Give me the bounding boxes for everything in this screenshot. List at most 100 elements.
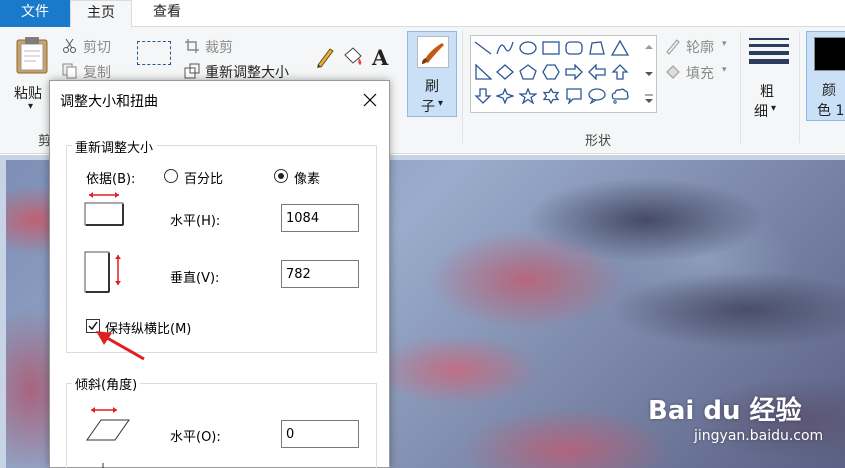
percent-radio[interactable]: [164, 169, 178, 183]
brushes-button[interactable]: 刷 子 ▾: [407, 31, 457, 117]
brush-icon: [417, 36, 449, 68]
ribbon-separator: [462, 31, 463, 143]
shapes-scroll-down[interactable]: [641, 61, 657, 87]
polygon-shape-icon[interactable]: [588, 40, 606, 56]
right-triangle-shape-icon[interactable]: [474, 64, 492, 80]
outline-button[interactable]: 轮廓 ▾: [664, 37, 734, 57]
vertical-input[interactable]: [281, 260, 359, 288]
shapes-expand[interactable]: [641, 87, 657, 113]
line-shape-icon[interactable]: [474, 40, 492, 56]
tab-home[interactable]: 主页: [70, 0, 132, 28]
skew-horizontal-label: 水平(O):: [170, 430, 221, 445]
outline-label: 轮廓: [686, 40, 714, 56]
right-arrow-shape-icon[interactable]: [565, 64, 583, 80]
down-arrow-shape-icon[interactable]: [474, 88, 492, 104]
oval-shape-icon[interactable]: [519, 40, 537, 56]
brushes-label-1: 刷: [425, 79, 439, 95]
resize-label: 重新调整大小: [205, 65, 289, 81]
skew-group-label: 倾斜(角度): [72, 374, 141, 393]
horizontal-skew-icon: [86, 407, 130, 441]
curve-shape-icon[interactable]: [496, 40, 514, 56]
color1-button[interactable]: 颜 色 1: [806, 31, 845, 121]
outline-caret: ▾: [722, 39, 727, 49]
shapes-gallery[interactable]: [470, 35, 657, 113]
rect-callout-shape-icon[interactable]: [565, 88, 583, 104]
size-label-1: 粗: [760, 84, 774, 100]
ribbon-separator: [740, 31, 741, 143]
copy-icon: [62, 63, 77, 79]
resize-group-label: 重新调整大小: [72, 137, 157, 156]
close-icon: [363, 93, 377, 107]
fill-bucket-icon[interactable]: [341, 45, 365, 69]
copy-button[interactable]: 复制: [62, 62, 122, 82]
scissors-icon: [63, 38, 76, 53]
skew-horizontal-input[interactable]: [281, 420, 359, 448]
watermark-logo: Bai du 经验: [648, 396, 802, 426]
percent-label[interactable]: 百分比: [184, 168, 223, 187]
diamond-shape-icon[interactable]: [496, 64, 514, 80]
crop-icon: [185, 39, 199, 53]
oval-callout-shape-icon[interactable]: [588, 88, 606, 104]
menu-tabbar: 文件 主页 查看: [0, 0, 845, 28]
crop-label: 裁剪: [205, 40, 233, 56]
hexagon-shape-icon[interactable]: [542, 64, 560, 80]
resize-button[interactable]: 重新调整大小: [184, 62, 299, 82]
six-point-star-shape-icon[interactable]: [542, 88, 560, 104]
horizontal-input[interactable]: [281, 204, 359, 232]
pixels-radio[interactable]: [274, 169, 288, 183]
vertical-label: 垂直(V):: [170, 271, 220, 286]
color1-label-1: 颜: [822, 83, 836, 99]
cut-label: 剪切: [83, 40, 111, 56]
clipboard-icon: [16, 37, 48, 74]
pencil-icon[interactable]: [314, 45, 336, 69]
by-label: 依据(B):: [86, 172, 136, 187]
size-lines-icon: [749, 35, 789, 64]
svg-text:A: A: [371, 45, 389, 69]
four-point-star-shape-icon[interactable]: [496, 88, 514, 104]
pixels-label[interactable]: 像素: [294, 168, 320, 187]
ribbon-separator: [799, 31, 800, 143]
resize-skew-dialog: 调整大小和扭曲 重新调整大小 依据(B): 百分比 像素 水平(H): 垂直(V…: [49, 80, 390, 468]
vertical-resize-icon: [84, 251, 121, 293]
vertical-skew-icon: [102, 463, 104, 468]
triangle-shape-icon[interactable]: [611, 40, 629, 56]
pentagon-shape-icon[interactable]: [519, 64, 537, 80]
size-caret: ▾: [771, 103, 777, 114]
left-arrow-shape-icon[interactable]: [588, 64, 606, 80]
cloud-callout-shape-icon[interactable]: [611, 88, 629, 104]
rounded-rectangle-shape-icon[interactable]: [565, 40, 583, 56]
fill-button[interactable]: 填充 ▾: [664, 63, 734, 83]
dialog-close-button[interactable]: [352, 87, 388, 113]
select-button[interactable]: [137, 41, 171, 65]
color1-swatch: [814, 37, 845, 71]
annotation-arrow: [96, 331, 145, 361]
copy-label: 复制: [83, 65, 111, 81]
text-tool-icon[interactable]: A: [370, 45, 392, 69]
fill-icon: [666, 65, 680, 79]
watermark-url: jingyan.baidu.com: [694, 428, 824, 444]
dialog-title: 调整大小和扭曲: [60, 94, 158, 110]
crop-button[interactable]: 裁剪: [184, 37, 254, 57]
five-point-star-shape-icon[interactable]: [519, 88, 537, 104]
brushes-caret: ▾: [438, 98, 444, 109]
tab-file[interactable]: 文件: [0, 0, 70, 27]
color1-label-2: 色 1: [817, 103, 845, 119]
size-button[interactable]: 粗 细 ▾: [745, 35, 793, 120]
tab-view[interactable]: 查看: [132, 0, 202, 27]
fill-label: 填充: [686, 66, 714, 82]
size-label-2: 细: [754, 104, 768, 120]
fill-caret: ▾: [722, 65, 727, 75]
resize-icon: [184, 63, 200, 79]
paste-label: 粘贴: [14, 86, 42, 102]
brushes-label-2: 子: [421, 99, 435, 115]
outline-icon: [666, 39, 680, 55]
horizontal-label: 水平(H):: [170, 214, 221, 229]
rectangle-shape-icon[interactable]: [542, 40, 560, 56]
shapes-scroll-up[interactable]: [641, 35, 657, 61]
paste-caret: ▾: [28, 101, 34, 112]
cut-button[interactable]: 剪切: [62, 37, 122, 57]
paste-button[interactable]: 粘贴 ▾: [10, 33, 54, 119]
up-arrow-shape-icon[interactable]: [611, 64, 629, 80]
horizontal-resize-icon: [84, 192, 124, 226]
shapes-group-label: 形状: [585, 134, 612, 149]
